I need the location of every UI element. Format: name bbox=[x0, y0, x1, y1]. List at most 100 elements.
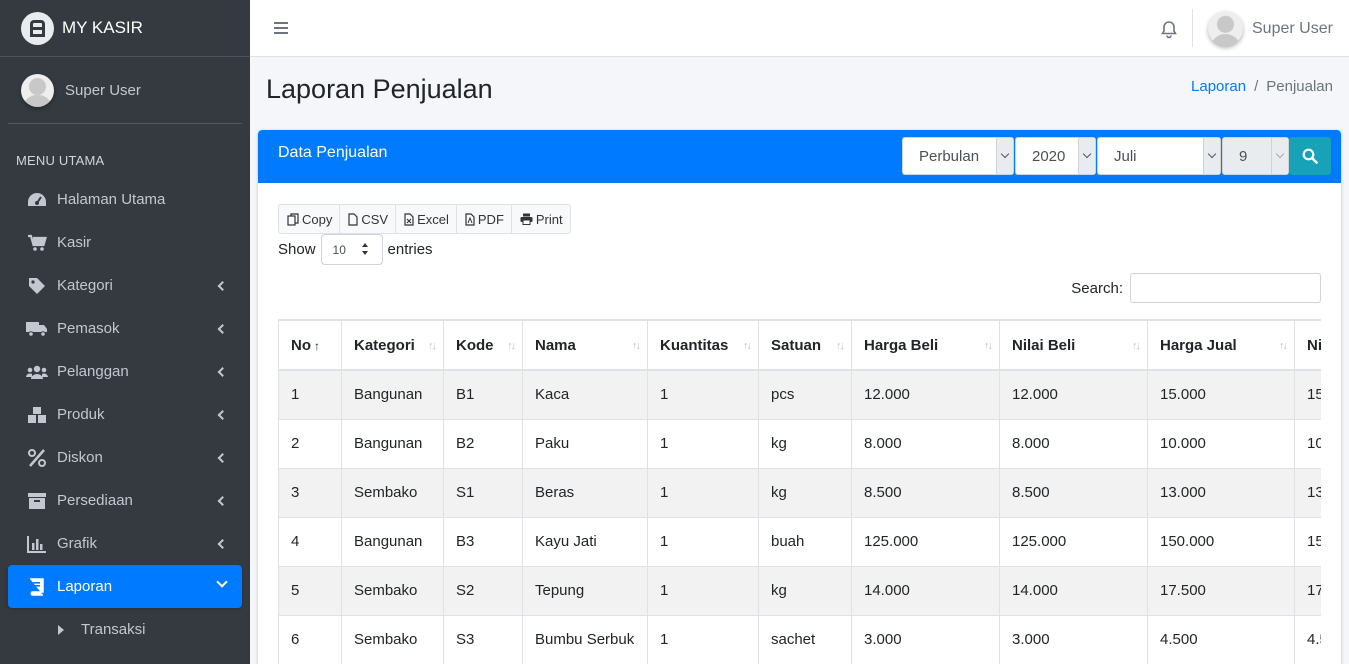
chevron-down-icon bbox=[216, 576, 228, 588]
search-button[interactable] bbox=[1289, 137, 1331, 175]
column-header-kuantitas[interactable]: Kuantitas ↑↓ bbox=[647, 319, 759, 371]
column-header-kategori[interactable]: Kategori ↑↓ bbox=[341, 319, 444, 371]
user-menu[interactable]: Super User bbox=[1208, 11, 1333, 46]
column-header-harga-jual[interactable]: Harga Jual ↑↓ bbox=[1147, 319, 1295, 371]
file-pdf-icon bbox=[465, 212, 475, 226]
table-cell: 1 bbox=[647, 369, 759, 420]
search-label: Search: bbox=[1071, 279, 1123, 297]
length-select[interactable]: 10 bbox=[320, 234, 383, 265]
sort-icon: ↑↓ bbox=[428, 340, 437, 352]
sidebar-item-pemasok[interactable]: Pemasok bbox=[8, 307, 242, 350]
file-icon bbox=[348, 212, 358, 226]
cart-icon bbox=[26, 234, 48, 252]
table-cell: Beras bbox=[522, 467, 648, 518]
sidebar-item-halaman-utama[interactable]: Halaman Utama bbox=[8, 178, 242, 221]
sidebar-item-diskon[interactable]: Diskon bbox=[8, 436, 242, 479]
day-select[interactable]: 9 bbox=[1222, 137, 1289, 175]
table-cell: 4 bbox=[278, 516, 342, 567]
chart-icon bbox=[26, 535, 48, 553]
pdf-button[interactable]: PDF bbox=[457, 205, 512, 233]
bell-icon[interactable] bbox=[1159, 19, 1179, 39]
table-cell: 1 bbox=[647, 565, 759, 616]
sort-icon: ↑↓ bbox=[743, 340, 752, 352]
breadcrumb-separator: / bbox=[1254, 78, 1259, 95]
search-input[interactable] bbox=[1130, 273, 1321, 303]
table-cell: 13.000 bbox=[1147, 467, 1295, 518]
table-cell: S3 bbox=[443, 614, 523, 664]
show-label: Show bbox=[278, 241, 316, 258]
brand-link[interactable]: MY KASIR bbox=[0, 0, 250, 57]
sidebar-item-label: Laporan bbox=[57, 578, 113, 595]
table-cell: 150.000 bbox=[1294, 516, 1321, 567]
csv-button[interactable]: CSV bbox=[340, 205, 397, 233]
table-cell: kg bbox=[758, 418, 852, 469]
column-header-nilai-jual[interactable]: Nilai Jual↑↓ bbox=[1294, 319, 1321, 371]
table-search: Search: bbox=[1071, 273, 1321, 303]
chevron-left-icon bbox=[217, 538, 228, 549]
sidebar-item-produk[interactable]: Produk bbox=[8, 393, 242, 436]
sidebar-item-kasir[interactable]: Kasir bbox=[8, 221, 242, 264]
sidebar-item-laporan[interactable]: Laporan bbox=[8, 565, 242, 608]
sidebar-item-grafik[interactable]: Grafik bbox=[8, 522, 242, 565]
csv-button-label: CSV bbox=[361, 211, 389, 227]
column-header-label: Kuantitas bbox=[660, 336, 729, 354]
month-select[interactable]: Juli bbox=[1097, 137, 1221, 175]
excel-button[interactable]: Excel bbox=[396, 205, 457, 233]
breadcrumb-current: Penjualan bbox=[1266, 78, 1333, 95]
period-select[interactable]: Perbulan bbox=[902, 137, 1014, 175]
column-header-label: Kategori bbox=[354, 336, 415, 354]
table-cell: S1 bbox=[443, 467, 523, 518]
table-cell: Bangunan bbox=[341, 418, 444, 469]
table-cell: 17.500 bbox=[1294, 565, 1321, 616]
column-header-no[interactable]: No ↑ bbox=[278, 319, 342, 371]
table-cell: 125.000 bbox=[999, 516, 1148, 567]
sidebar-item-label: Kategori bbox=[57, 277, 113, 294]
sales-table: No ↑ Kategori ↑↓ Kode ↑↓ Nama ↑↓ Kuantitas ↑↓… bbox=[278, 319, 1321, 664]
table-cell: 125.000 bbox=[851, 516, 1000, 567]
table-cell: B3 bbox=[443, 516, 523, 567]
sidebar-user-panel[interactable]: Super User bbox=[8, 57, 242, 124]
chevron-left-icon bbox=[217, 280, 228, 291]
table-cell: Sembako bbox=[341, 565, 444, 616]
sidebar: MY KASIR Super User MENU UTAMA Halaman U… bbox=[0, 0, 250, 664]
column-header-satuan[interactable]: Satuan ↑↓ bbox=[758, 319, 852, 371]
column-header-harga-beli[interactable]: Harga Beli ↑↓ bbox=[851, 319, 1000, 371]
table-row: 1BangunanB1Kaca1pcs12.00012.00015.00015.… bbox=[278, 369, 1321, 420]
day-select-value: 9 bbox=[1239, 147, 1248, 165]
column-header-label: No bbox=[291, 336, 311, 354]
card-header: Data Penjualan Perbulan 2020 Juli 9 bbox=[258, 130, 1341, 183]
file-excel-icon bbox=[404, 212, 414, 226]
column-header-nilai-beli[interactable]: Nilai Beli ↑↓ bbox=[999, 319, 1148, 371]
table-cell: Paku bbox=[522, 418, 648, 469]
menu-toggle-icon[interactable] bbox=[274, 22, 288, 34]
tag-icon bbox=[26, 277, 48, 295]
table-cell: 12.000 bbox=[999, 369, 1148, 420]
year-select[interactable]: 2020 bbox=[1015, 137, 1096, 175]
column-header-label: Harga Jual bbox=[1160, 336, 1237, 354]
table-cell: 15.000 bbox=[1294, 369, 1321, 420]
box-icon bbox=[26, 492, 48, 510]
chevron-left-icon bbox=[217, 409, 228, 420]
column-header-label: Nama bbox=[535, 336, 576, 354]
sort-asc-icon: ↑ bbox=[314, 338, 320, 353]
table-cell: 3.000 bbox=[851, 614, 1000, 664]
table-cell: 8.500 bbox=[851, 467, 1000, 518]
table-cell: 10.000 bbox=[1294, 418, 1321, 469]
column-header-kode[interactable]: Kode ↑↓ bbox=[443, 319, 523, 371]
card-title: Data Penjualan bbox=[278, 144, 388, 161]
table-cell: Sembako bbox=[341, 467, 444, 518]
breadcrumb-link-laporan[interactable]: Laporan bbox=[1191, 78, 1246, 95]
sidebar-item-kategori[interactable]: Kategori bbox=[8, 264, 242, 307]
table-row: 6 Sembako S3 Bumbu Serbuk 1 sachet 3.000 3.000 4… bbox=[278, 614, 1321, 664]
table-cell: Bumbu Serbuk bbox=[522, 614, 648, 664]
month-select-value: Juli bbox=[1114, 147, 1137, 165]
sidebar-item-pelanggan[interactable]: Pelanggan bbox=[8, 350, 242, 393]
sidebar-item-persediaan[interactable]: Persediaan bbox=[8, 479, 242, 522]
print-button-label: Print bbox=[535, 211, 563, 227]
sidebar-subitem-transaksi[interactable]: Transaksi bbox=[8, 608, 242, 651]
chevron-left-icon bbox=[217, 495, 228, 506]
copy-button[interactable]: Copy bbox=[279, 205, 341, 233]
print-button[interactable]: Print bbox=[512, 205, 570, 233]
column-header-nama[interactable]: Nama ↑↓ bbox=[522, 319, 648, 371]
truck-icon bbox=[26, 320, 48, 338]
